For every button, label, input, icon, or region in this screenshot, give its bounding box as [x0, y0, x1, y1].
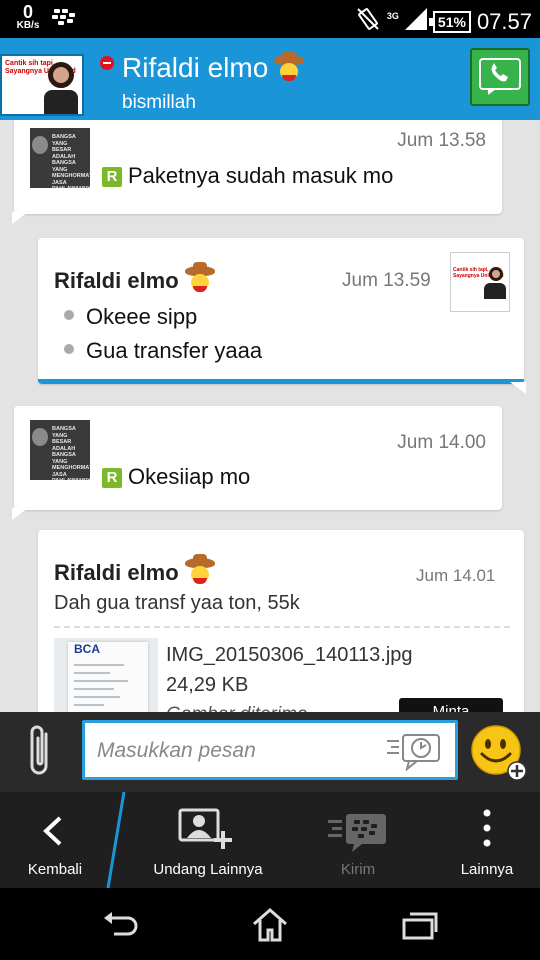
emoticon-icon[interactable] — [470, 724, 528, 782]
message-text: R Paketnya sudah masuk mo — [102, 163, 393, 189]
message-body: Paketnya sudah masuk mo — [128, 163, 394, 188]
chat-area[interactable]: BANGSA YANG BESAR ADALAH BANGSA YANG MEN… — [0, 120, 540, 712]
read-status-icon: R — [102, 468, 122, 488]
contact-name: Rifaldi elmo — [122, 51, 305, 84]
more-button[interactable]: Lainnya — [444, 792, 530, 888]
speed-value: 0 — [22, 2, 33, 22]
sender-name-text: Rifaldi elmo — [54, 268, 179, 293]
bank-logo: BCA — [74, 642, 100, 656]
message-body: Okesiiap mo — [128, 464, 251, 489]
back-label: Kembali — [27, 861, 83, 878]
signal-icon — [404, 8, 427, 35]
network-type: 3G — [386, 10, 399, 21]
navigation-bar — [0, 888, 540, 960]
sender-avatar: BANGSA YANG BESAR ADALAH BANGSA YANG MEN… — [30, 128, 90, 188]
outgoing-message[interactable]: Rifaldi elmo Jum 14.01 Dah gua transf ya… — [38, 530, 524, 712]
sender-name: Rifaldi elmo — [54, 262, 215, 294]
bullet-icon — [64, 310, 74, 320]
outgoing-message[interactable]: Rifaldi elmo Jum 13.59 Cantik sih tapi, … — [38, 238, 526, 394]
message-text: R Okesiiap mo — [102, 464, 250, 490]
read-status-icon: R — [102, 167, 122, 187]
bbm-notification-icon — [52, 8, 76, 33]
cowboy-emoji-icon — [184, 554, 215, 584]
more-label: Lainnya — [460, 861, 514, 878]
compose-bar: Masukkan pesan — [0, 712, 540, 792]
clock: 07.57 — [476, 8, 532, 34]
sender-avatar: BANGSA YANG BESAR ADALAH BANGSA YANG MEN… — [30, 420, 90, 480]
phone-icon — [479, 58, 521, 95]
file-size: 24,29 KB — [166, 674, 249, 696]
send-button[interactable]: Kirim — [300, 792, 416, 888]
chevron-left-icon — [43, 816, 62, 846]
network-speed: 0 KB/s — [10, 3, 46, 31]
bullet-icon — [64, 344, 74, 354]
action-bar: Kembali Undang Lainnya Kirim Lainnya — [0, 792, 540, 888]
invite-button[interactable]: Undang Lainnya — [140, 792, 276, 888]
status-bar: 0 KB/s 3G 51% 07.57 — [0, 0, 540, 38]
sender-name: Rifaldi elmo — [54, 554, 215, 586]
divider-slash — [106, 792, 126, 888]
contact-status: bismillah — [122, 92, 196, 113]
invite-label: Undang Lainnya — [153, 861, 263, 878]
message-input[interactable]: Masukkan pesan — [82, 720, 458, 780]
message-text: Dah gua transf yaa ton, 55k — [54, 592, 300, 614]
message-line: Gua transfer yaaa — [86, 338, 263, 363]
message-time: Jum 14.01 — [416, 566, 496, 585]
speed-unit: KB/s — [16, 20, 40, 31]
incoming-message[interactable]: BANGSA YANG BESAR ADALAH BANGSA YANG MEN… — [12, 406, 502, 520]
message-time: Jum 13.59 — [342, 270, 431, 291]
chat-header[interactable]: Cantik sih tapi, Sayangnya Unlimited Rif… — [0, 38, 540, 120]
image-attachment-thumbnail[interactable]: BCA — [54, 638, 158, 712]
cowboy-emoji-icon — [274, 51, 305, 81]
message-input-placeholder: Masukkan pesan — [97, 739, 256, 762]
add-contact-icon — [178, 808, 232, 849]
file-status: Gambar diterima — [166, 704, 308, 712]
home-icon[interactable] — [250, 906, 290, 942]
busy-status-icon — [100, 56, 114, 70]
sender-name-text: Rifaldi elmo — [54, 560, 179, 585]
avatar-caption: BANGSA YANG BESAR ADALAH BANGSA YANG MEN… — [52, 426, 90, 480]
contact-name-text: Rifaldi elmo — [122, 52, 269, 83]
divider — [54, 626, 510, 628]
file-name: IMG_20150306_140113.jpg — [166, 644, 413, 666]
avatar-caption: BANGSA YANG BESAR ADALAH BANGSA YANG MEN… — [52, 134, 90, 188]
back-button[interactable]: Kembali — [0, 792, 110, 888]
attach-icon[interactable] — [24, 724, 58, 780]
send-label: Kirim — [340, 861, 376, 878]
contact-avatar[interactable]: Cantik sih tapi, Sayangnya Unlimited — [0, 54, 84, 116]
message-time: Jum 13.58 — [397, 130, 486, 151]
vibrate-icon — [355, 6, 381, 37]
incoming-message[interactable]: BANGSA YANG BESAR ADALAH BANGSA YANG MEN… — [12, 120, 502, 224]
bbm-send-icon — [328, 814, 386, 852]
message-line: Okeee sipp — [86, 304, 198, 329]
message-time: Jum 14.00 — [397, 432, 486, 453]
recent-apps-icon[interactable] — [400, 906, 440, 942]
back-nav-icon[interactable] — [100, 906, 140, 942]
cowboy-emoji-icon — [184, 262, 215, 292]
timed-message-icon[interactable] — [385, 731, 445, 772]
call-button[interactable] — [470, 48, 530, 106]
request-button[interactable]: Minta — [399, 698, 503, 712]
battery-indicator: 51% — [428, 10, 471, 33]
overflow-menu-icon — [483, 809, 491, 847]
sender-avatar: Cantik sih tapi, Sayangnya Unlimited — [450, 252, 510, 312]
